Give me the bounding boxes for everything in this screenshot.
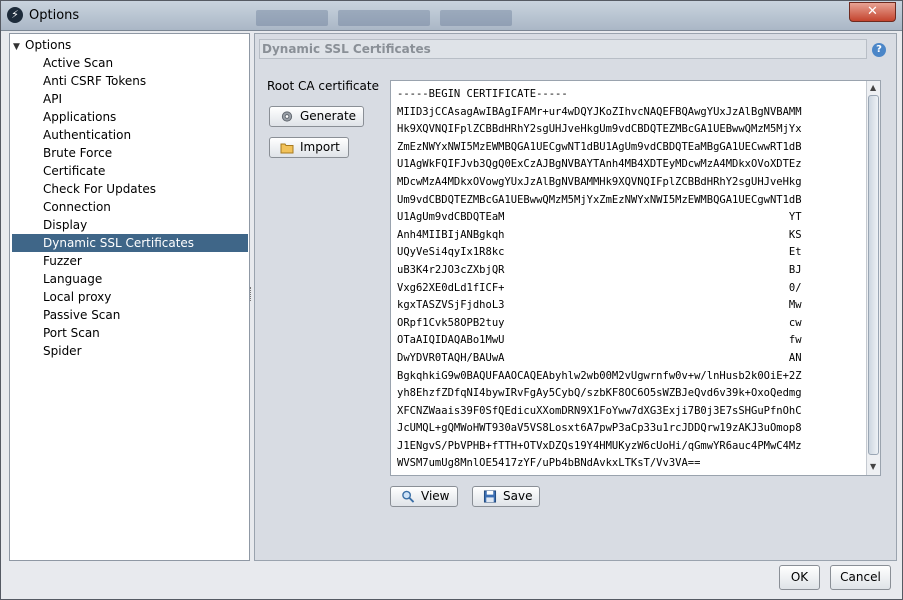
certificate-line: -----END CERTIFICATE----- (397, 473, 802, 475)
tree-item[interactable]: Fuzzer (12, 252, 248, 270)
generate-button[interactable]: Generate (269, 106, 364, 127)
ok-button[interactable]: OK (779, 565, 820, 590)
scroll-thumb[interactable] (868, 95, 879, 455)
certificate-line: kgxTASZVSjFjdhoL3 Mw (397, 299, 802, 312)
certificate-line: MIID3jCCAsagAwIBAgIFAMr+ur4wDQYJKoZIhvcN… (397, 105, 802, 118)
root-ca-label: Root CA certificate (267, 79, 379, 93)
tree-item[interactable]: Certificate (12, 162, 248, 180)
certificate-line: OTaAIQIDAQABo1MwU fw (397, 334, 802, 347)
options-panel: Dynamic SSL Certificates ? Root CA certi… (254, 33, 897, 561)
certificate-line: WVSM7umUg8MnlOE5417zYF/uPb4bBNdAvkxLTKsT… (397, 457, 701, 470)
tree-item[interactable]: Brute Force (12, 144, 248, 162)
options-tree[interactable]: ▼ Options Active Scan Anti CSRF Tokens API A… (9, 33, 250, 561)
certificate-text: -----BEGIN CERTIFICATE----- MIID3jCCAsagA… (397, 86, 802, 475)
tree-item[interactable]: Anti CSRF Tokens (12, 72, 248, 90)
panel-title: Dynamic SSL Certificates (259, 39, 867, 59)
gear-icon (281, 111, 293, 122)
certificate-line: Um9vdCBDQTEZMBcGA1UEBwwQMzM5MjYxZmEzNWYx… (397, 193, 802, 206)
generate-button-label: Generate (300, 109, 357, 123)
certificate-line: Anh4MIIBIjANBgkqh KS (397, 228, 802, 241)
window-title: Options (29, 8, 80, 23)
certificate-line: JcUMQL+gQMWoHWT930aV5VS8Losxt6A7pwP3aCp3… (397, 422, 802, 435)
scroll-up-icon[interactable]: ▲ (870, 83, 876, 92)
view-button[interactable]: View (390, 486, 458, 507)
tree-item[interactable]: Active Scan (12, 54, 248, 72)
certificate-line: BgkqhkiG9w0BAQUFAAOCAQEAbyhlw2wb00M2vUgw… (397, 369, 802, 382)
close-button[interactable]: ✕ (849, 2, 896, 22)
import-button[interactable]: Import (269, 137, 349, 158)
tree-item[interactable]: Connection (12, 198, 248, 216)
tree-item[interactable]: Dynamic SSL Certificates (12, 234, 248, 252)
tree-item[interactable]: Display (12, 216, 248, 234)
certificate-line: -----BEGIN CERTIFICATE----- (397, 88, 568, 100)
tree-item[interactable]: API (12, 90, 248, 108)
tree-item[interactable]: Check For Updates (12, 180, 248, 198)
view-button-label: View (421, 489, 450, 503)
cancel-button[interactable]: Cancel (830, 565, 891, 590)
import-button-label: Import (300, 140, 340, 154)
certificate-line: UQyVeSi4qyIx1R8kc Et (397, 246, 802, 259)
certificate-line: uB3K4r2JO3cZXbjQR BJ (397, 263, 802, 276)
certificate-line: Vxg62XE0dLd1fICF+ 0/ (397, 281, 802, 294)
floppy-disk-icon (483, 490, 497, 503)
content-area: ▼ Options Active Scan Anti CSRF Tokens API A… (9, 33, 897, 561)
save-button-label: Save (503, 489, 533, 503)
app-icon: ⚡ (7, 7, 23, 23)
folder-icon (280, 143, 294, 154)
tree-item[interactable]: Applications (12, 108, 248, 126)
certificate-line: U1AgWkFQIFJvb3QgQ0ExCzAJBgNVBAYTAnh4MB4X… (397, 158, 802, 171)
tree-item[interactable]: Passive Scan (12, 306, 248, 324)
save-button[interactable]: Save (472, 486, 540, 507)
scroll-down-icon[interactable]: ▼ (870, 462, 876, 471)
tree-item[interactable]: Language (12, 270, 248, 288)
tree-item[interactable]: Port Scan (12, 324, 248, 342)
tree-item[interactable]: Authentication (12, 126, 248, 144)
background-tabs (256, 10, 518, 26)
tree-root[interactable]: ▼ Options (13, 36, 71, 54)
certificate-line: yh8EhzfZDfqNI4bywIRvFgAy5CybQ/szbKF8OC6O… (397, 387, 802, 400)
tree-item[interactable]: Spider (12, 342, 248, 360)
ghost-tab (337, 10, 430, 26)
dialog-footer: OK Cancel (1, 562, 902, 600)
certificate-line: DwYDVR0TAQH/BAUwA AN (397, 351, 802, 364)
certificate-line: ORpf1Cvk58OPB2tuy cw (397, 316, 802, 329)
ghost-tab (256, 10, 328, 26)
ghost-tab (439, 10, 512, 26)
vertical-scrollbar[interactable]: ▲ ▼ (866, 81, 880, 475)
certificate-line: XFCNZWaais39F0SfQEdicuXXomDRN9X1FoYww7dX… (397, 404, 802, 417)
tree-item[interactable]: Local proxy (12, 288, 248, 306)
certificate-line: U1AgUm9vdCBDQTEaM YT (397, 211, 802, 224)
tree-root-label: Options (25, 38, 72, 52)
certificate-line: Hk9XQVNQIFplZCBBdHRhY2sgUHJveHkgUm9vdCBD… (397, 123, 802, 136)
certificate-line: MDcwMzA4MDkxOVowgYUxJzAlBgNVBAMMHk9XQVNQ… (397, 175, 802, 188)
certificate-line: ZmEzNWYxNWI5MzEWMBQGA1UECgwNT1dBU1AgUm9v… (397, 140, 802, 153)
magnifier-icon (402, 490, 415, 503)
help-icon[interactable]: ? (872, 43, 886, 57)
certificate-line: J1ENgvS/PbVPHB+fTTH+OTVxDZQs19Y4HMUKyzW6… (397, 439, 802, 452)
options-window: ⚡ Options ✕ ▼ Options Active Scan Anti CSR… (0, 0, 903, 600)
certificate-textarea[interactable]: -----BEGIN CERTIFICATE----- MIID3jCCAsagA… (390, 80, 881, 476)
title-bar[interactable]: ⚡ Options ✕ (1, 1, 902, 31)
